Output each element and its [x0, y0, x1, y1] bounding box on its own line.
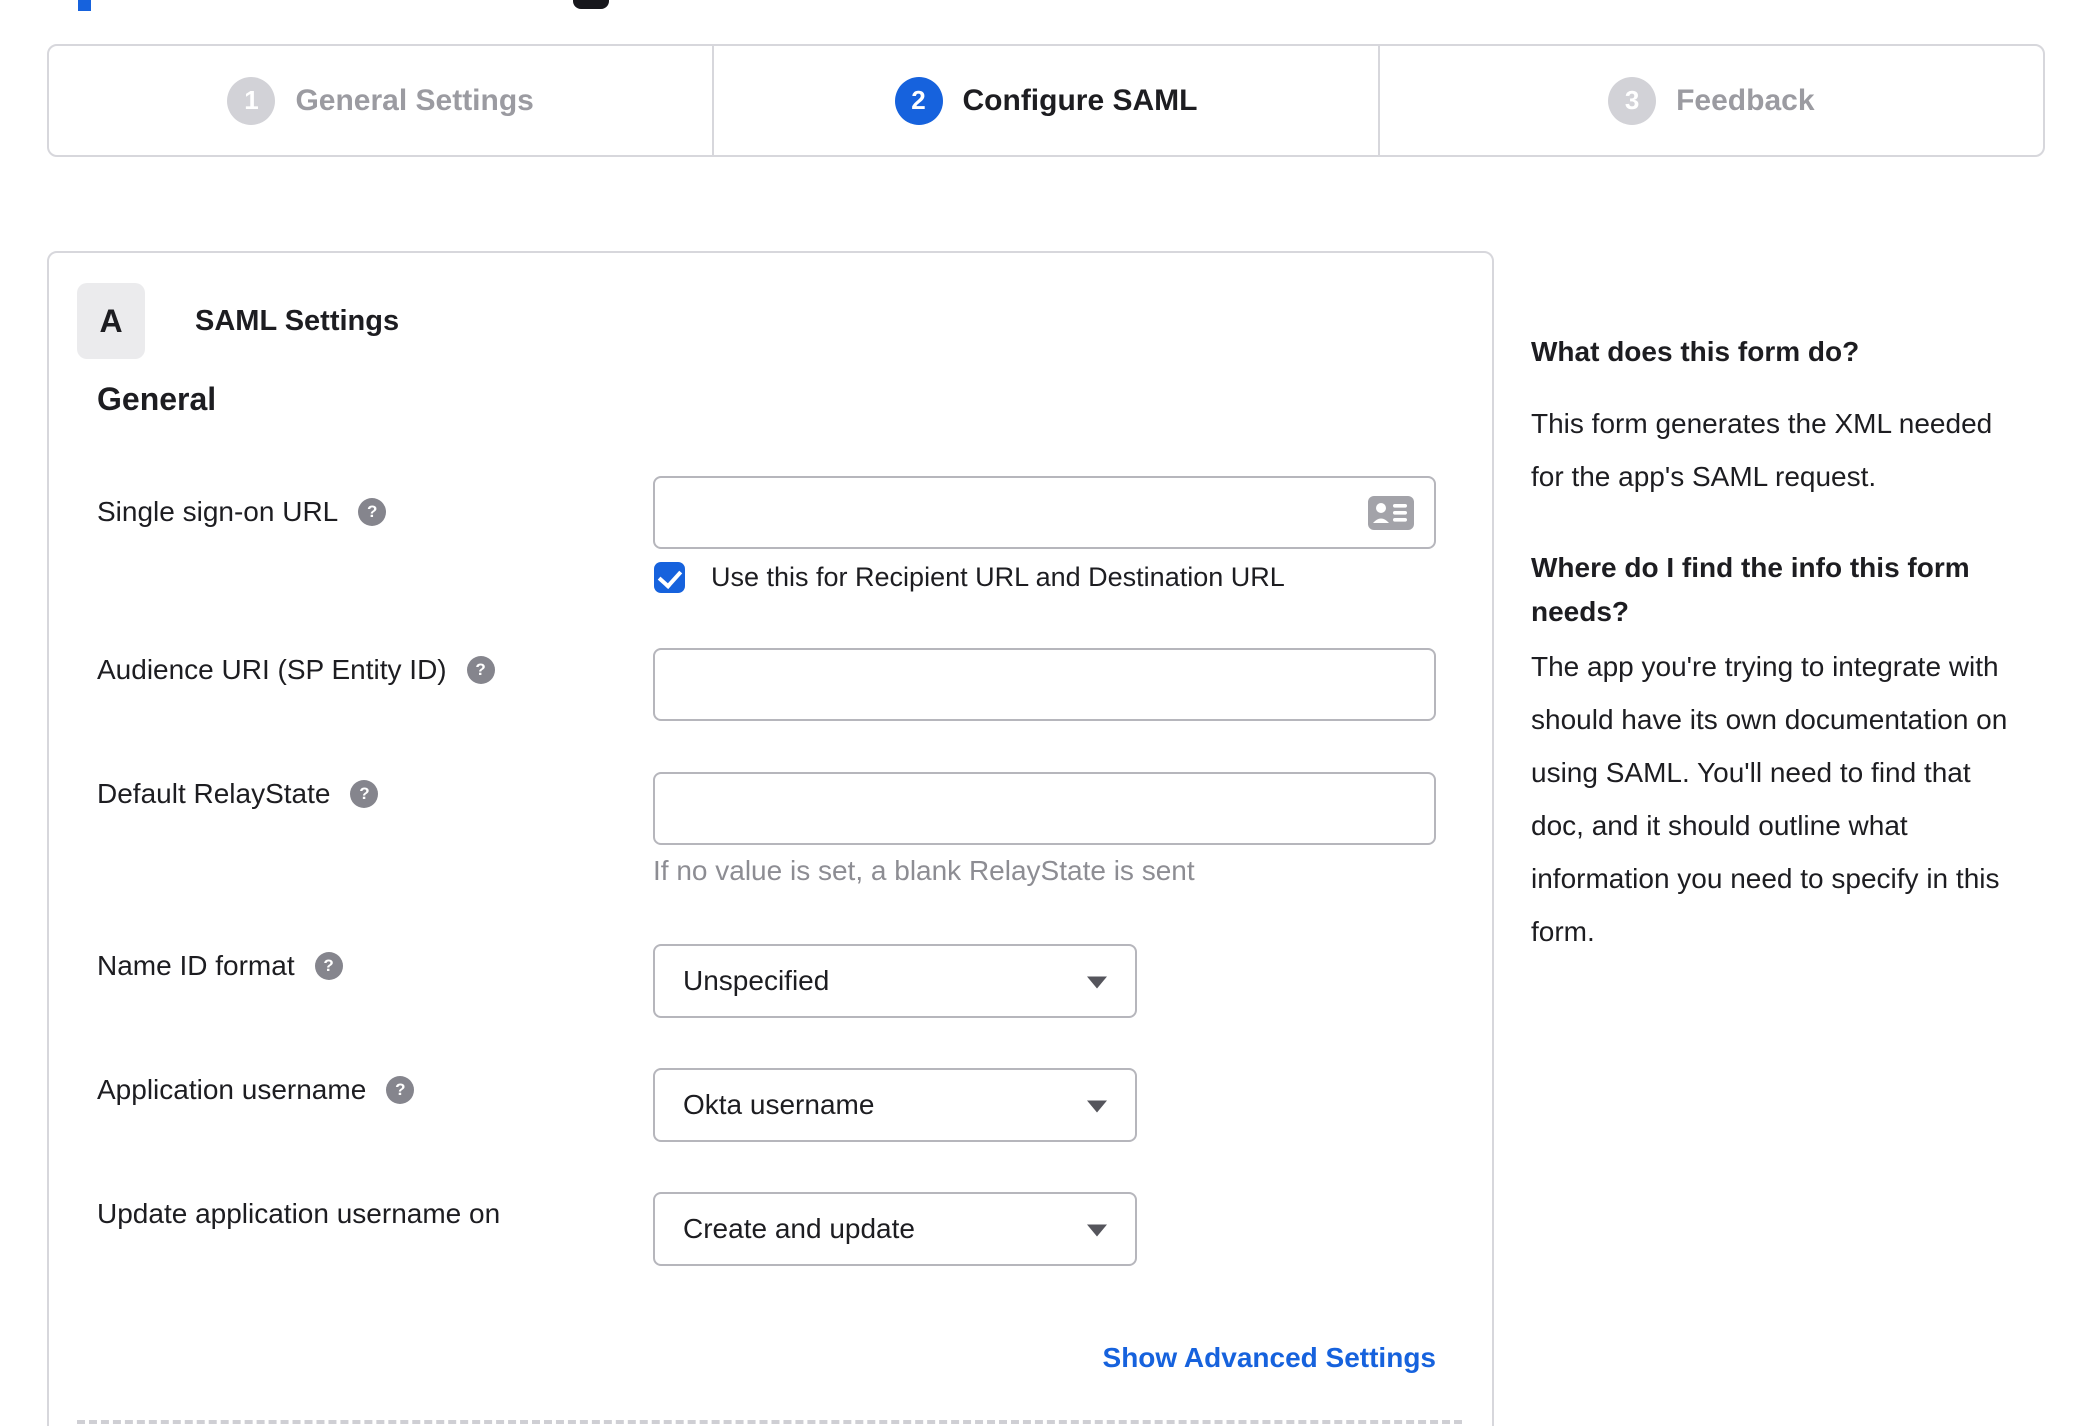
general-group-heading: General [97, 381, 217, 417]
field-label: Audience URI (SP Entity ID) [97, 654, 447, 685]
recipient-url-checkbox-row: Use this for Recipient URL and Destinati… [654, 562, 1285, 593]
step-feedback[interactable]: 3 Feedback [1377, 46, 2043, 155]
caret-down-icon [1087, 1100, 1107, 1113]
name-id-format-select[interactable]: Unspecified [653, 944, 1137, 1018]
sidebar-answer-line: The app you're trying to integrate with [1531, 651, 1999, 682]
field-label: Application username [97, 1074, 367, 1105]
sidebar-answer-2: The app you're trying to integrate with … [1531, 640, 2007, 958]
section-title: SAML Settings [195, 304, 400, 337]
section-dashed-divider [77, 1420, 1462, 1424]
sidebar-answer-line: using SAML. You'll need to find that [1531, 757, 1971, 788]
audience-uri-label-row: Audience URI (SP Entity ID) ? [97, 653, 495, 687]
step-number-badge: 2 [894, 76, 943, 125]
field-label: Update application username on [97, 1198, 501, 1229]
section-a-badge: A [77, 283, 145, 359]
relay-state-helper-text: If no value is set, a blank RelayState i… [653, 855, 1195, 886]
recipient-url-checkbox[interactable] [654, 562, 685, 593]
help-icon[interactable]: ? [314, 952, 343, 980]
step-general-settings[interactable]: 1 General Settings [49, 46, 712, 155]
app-username-label-row: Application username ? [97, 1073, 415, 1107]
wizard-stepper: 1 General Settings 2 Configure SAML 3 Fe… [47, 44, 2045, 157]
sidebar-question-1: What does this form do? [1531, 336, 1860, 367]
select-value: Unspecified [683, 965, 830, 996]
sso-url-input-wrap [653, 476, 1436, 549]
field-label: Single sign-on URL [97, 496, 339, 527]
help-icon[interactable]: ? [386, 1076, 415, 1104]
clipped-logo-fragment [78, 0, 91, 11]
sidebar-question-line: needs? [1531, 596, 1630, 627]
caret-down-icon [1087, 1224, 1107, 1237]
sso-url-label-row: Single sign-on URL ? [97, 495, 387, 529]
sidebar-answer-line: should have its own documentation on [1531, 704, 2008, 735]
sidebar-question-line: Where do I find the info this form [1531, 552, 1970, 583]
saml-settings-card: A SAML Settings General Single sign-on U… [47, 251, 1494, 1426]
field-label: Name ID format [97, 950, 295, 981]
step-number-badge: 1 [227, 76, 276, 125]
sidebar-answer-1: This form generates the XML needed for t… [1531, 397, 1992, 503]
help-icon[interactable]: ? [350, 780, 379, 808]
step-label: Configure SAML [962, 83, 1198, 117]
sidebar-answer-line: doc, and it should outline what [1531, 810, 1908, 841]
sidebar-answer-line: form. [1531, 916, 1595, 947]
audience-uri-input[interactable] [653, 648, 1436, 721]
sso-url-input[interactable] [653, 476, 1436, 549]
update-app-username-select[interactable]: Create and update [653, 1192, 1137, 1266]
show-advanced-settings-link[interactable]: Show Advanced Settings [653, 1342, 1436, 1374]
app-username-select[interactable]: Okta username [653, 1068, 1137, 1142]
step-configure-saml[interactable]: 2 Configure SAML [712, 46, 1377, 155]
help-icon[interactable]: ? [358, 498, 387, 526]
select-value: Create and update [683, 1213, 915, 1244]
configure-saml-page: 1 General Settings 2 Configure SAML 3 Fe… [0, 0, 2092, 1426]
select-value: Okta username [683, 1089, 875, 1120]
update-app-username-label-row: Update application username on [97, 1197, 500, 1231]
step-label: Feedback [1676, 83, 1815, 117]
sidebar-answer-line: This form generates the XML needed [1531, 408, 1993, 439]
help-icon[interactable]: ? [466, 656, 495, 684]
step-label: General Settings [295, 83, 534, 117]
caret-down-icon [1087, 976, 1107, 989]
field-label: Default RelayState [97, 778, 331, 809]
clipped-header-icon-fragment [573, 0, 609, 9]
checkbox-label: Use this for Recipient URL and Destinati… [711, 562, 1285, 592]
relay-state-label-row: Default RelayState ? [97, 777, 379, 811]
name-id-format-label-row: Name ID format ? [97, 949, 343, 983]
contact-card-icon [1368, 495, 1414, 530]
step-number-badge: 3 [1608, 76, 1657, 125]
sidebar-question-2: Where do I find the info this form needs… [1531, 546, 1970, 634]
relay-state-input[interactable] [653, 772, 1436, 845]
card-header: A SAML Settings [77, 283, 399, 359]
sidebar-answer-line: for the app's SAML request. [1531, 461, 1877, 492]
sidebar-answer-line: information you need to specify in this [1531, 863, 2000, 894]
